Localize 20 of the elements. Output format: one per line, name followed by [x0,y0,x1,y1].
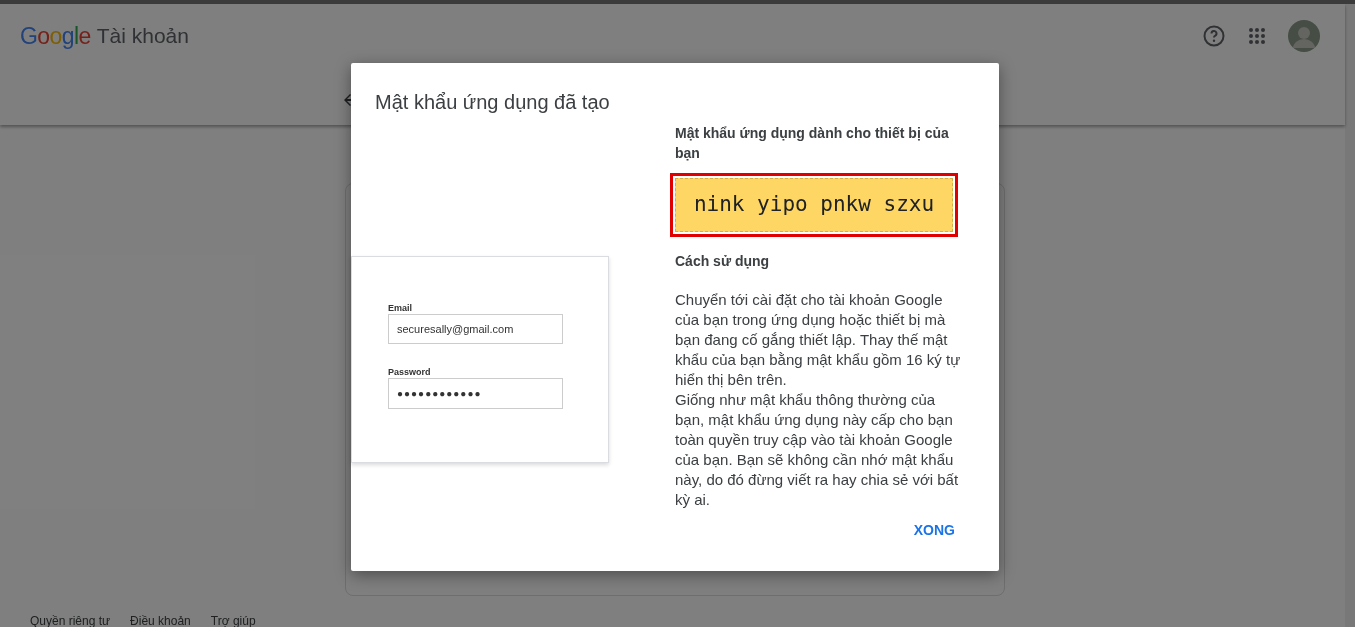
usage-paragraph: Giống như mật khẩu thông thường của bạn, mật khẩu ứng dụng này cấp cho bạn toàn quyền truy cập vào tài khoản Google của bạn. Bạn sẽ không cần nhớ mật khẩu này, do đó đừng viết ra hay chia sẻ với bất kỳ ai. [675,390,960,510]
google-logo[interactable]: Google [20,18,91,54]
password-heading: Mật khẩu ứng dụng dành cho thiết bị của bạn [675,124,950,163]
field-label: Password [388,366,432,378]
apps-grid-icon[interactable] [1248,27,1266,45]
product-name: Tài khoản [96,23,189,50]
field-label: Email [388,302,413,314]
usage-heading: Cách sử dụng [675,252,771,271]
footer-link[interactable]: Điều khoản [130,612,191,627]
email-field: securesally@gmail.com [388,314,563,344]
password-field: ●●●●●●●●●●●● [388,378,563,409]
footer-link[interactable]: Quyền riêng tư [30,612,111,627]
scrollbar[interactable] [1345,4,1355,627]
footer-link[interactable]: Trợ giúp [210,612,256,627]
avatar[interactable] [1288,20,1320,52]
help-icon[interactable] [1202,24,1226,48]
usage-paragraph: Chuyển tới cài đặt cho tài khoản Google của bạn trong ứng dụng hoặc thiết bị mà bạn đang cố gắng thiết lập. Thay thế mật khẩu của bạn bằng mật khẩu gồm 16 ký tự hiển thị bên trên. [675,290,962,390]
done-button[interactable]: XONG [905,514,963,547]
dialog-title: Mật khẩu ứng dụng đã tạo [375,90,611,115]
app-password: nink yipo pnkw szxu [693,191,935,219]
